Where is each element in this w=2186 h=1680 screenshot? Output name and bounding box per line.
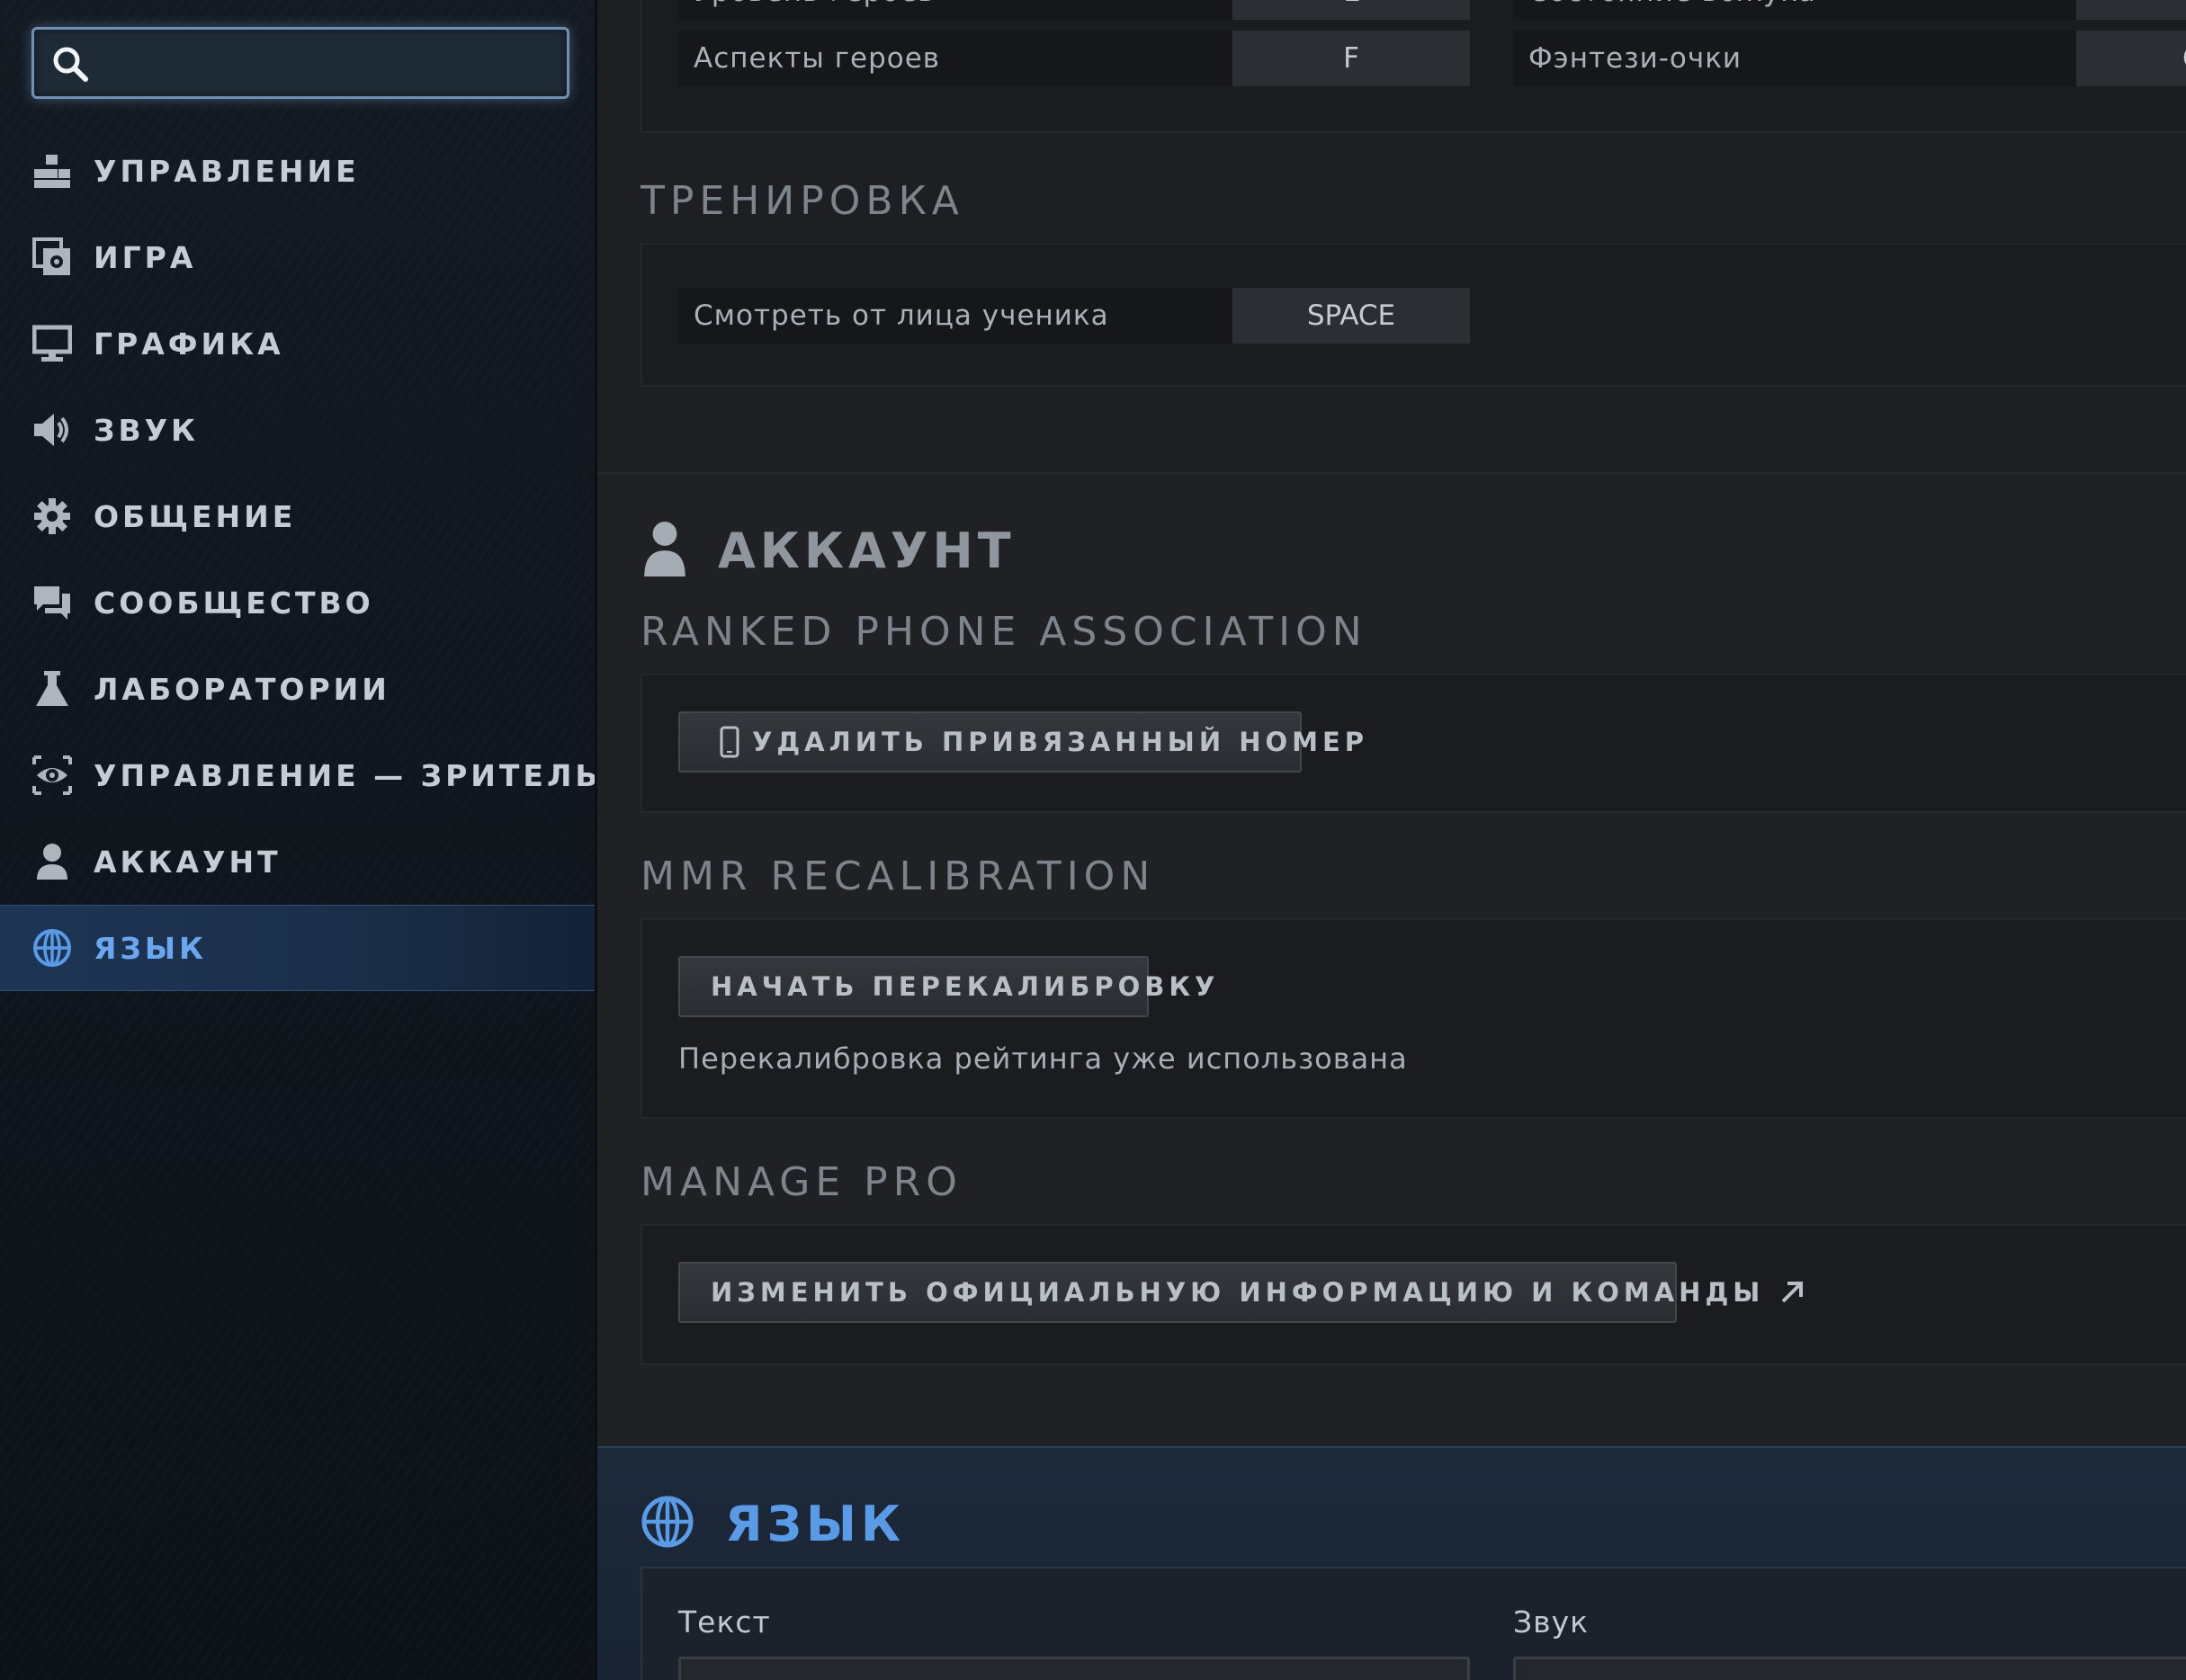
manage-pro-card: ИЗМЕНИТЬ ОФИЦИАЛЬНУЮ ИНФОРМАЦИЮ И КОМАНД…	[641, 1224, 2186, 1365]
globe-icon	[641, 1495, 694, 1552]
remove-phone-label: УДАЛИТЬ ПРИВЯЗАННЫЙ НОМЕР	[752, 727, 1369, 757]
hotkey-key-button[interactable]: SPACE	[1232, 288, 1470, 344]
hotkey-key-button[interactable]: L	[1232, 0, 1470, 20]
sidebar-item-game[interactable]: ИГРА	[0, 214, 595, 300]
globe-icon	[32, 928, 72, 968]
language-header: ЯЗЫК	[641, 1495, 905, 1552]
phone-icon	[720, 726, 739, 758]
mmr-recalibration-heading: MMR RECALIBRATION	[641, 853, 1156, 899]
hotkey-label: Фэнтези-очки	[1513, 31, 2076, 86]
sidebar-item-label: УПРАВЛЕНИЕ	[94, 153, 360, 189]
ranked-phone-card: УДАЛИТЬ ПРИВЯЗАННЫЙ НОМЕР	[641, 674, 2186, 813]
monitor-icon	[32, 324, 72, 363]
sidebar-item-label: ЗВУК	[94, 412, 200, 448]
user-icon	[642, 521, 687, 580]
account-title: АККАУНТ	[718, 522, 1016, 579]
search-input[interactable]	[104, 39, 554, 87]
user-icon	[32, 842, 72, 881]
sound-language-label: Звук	[1513, 1604, 1590, 1640]
sidebar-item-account[interactable]: АККАУНТ	[0, 818, 595, 905]
training-heading: ТРЕНИРОВКА	[641, 178, 964, 224]
sidebar-item-label: ЛАБОРАТОРИИ	[94, 671, 390, 707]
sidebar-item-controls[interactable]: УПРАВЛЕНИЕ	[0, 128, 595, 214]
hotkey-key-button[interactable]	[2076, 0, 2186, 20]
settings-sidebar: УПРАВЛЕНИЕ ИГРА ГРАФИКА ЗВУК ОБЩЕНИЕ СОО…	[0, 0, 597, 1680]
remove-phone-button[interactable]: УДАЛИТЬ ПРИВЯЗАННЫЙ НОМЕР	[678, 711, 1364, 773]
gear-icon	[32, 496, 72, 536]
speaker-icon	[32, 410, 72, 450]
sound-language-dropdown[interactable]	[1513, 1657, 2186, 1680]
hotkey-label: Состояние вожука	[1513, 0, 2076, 20]
text-language-dropdown[interactable]	[678, 1657, 1470, 1680]
edit-pro-info-button[interactable]: ИЗМЕНИТЬ ОФИЦИАЛЬНУЮ ИНФОРМАЦИЮ И КОМАНД…	[678, 1262, 1804, 1323]
game-settings-icon	[32, 237, 72, 277]
search-box[interactable]	[31, 27, 569, 99]
sidebar-item-language[interactable]: ЯЗЫК	[0, 905, 595, 991]
hotkey-key-button[interactable]: O	[2076, 31, 2186, 86]
sidebar-nav: УПРАВЛЕНИЕ ИГРА ГРАФИКА ЗВУК ОБЩЕНИЕ СОО…	[0, 128, 597, 991]
sidebar-item-label: УПРАВЛЕНИЕ — ЗРИТЕЛЬ	[94, 757, 597, 793]
ranked-phone-heading: RANKED PHONE ASSOCIATION	[641, 609, 1367, 655]
chat-bubbles-icon	[32, 583, 72, 622]
language-card: Текст Звук	[641, 1567, 2186, 1680]
sidebar-item-label: СООБЩЕСТВО	[94, 585, 374, 621]
flask-icon	[32, 669, 72, 709]
start-recalibration-label: НАЧАТЬ ПЕРЕКАЛИБРОВКУ	[711, 971, 1220, 1002]
sidebar-item-label: ОБЩЕНИЕ	[94, 498, 297, 534]
hotkeys-card: Уровень героев L Состояние вожука Аспект…	[641, 0, 2186, 133]
controls-icon	[32, 151, 72, 191]
account-section: АККАУНТ RANKED PHONE ASSOCIATION УДАЛИТЬ…	[597, 472, 2186, 1448]
sidebar-item-graphics[interactable]: ГРАФИКА	[0, 300, 595, 387]
sidebar-item-label: ИГРА	[94, 239, 197, 275]
text-language-label: Текст	[678, 1604, 771, 1640]
mmr-card: НАЧАТЬ ПЕРЕКАЛИБРОВКУ Перекалибровка рей…	[641, 918, 2186, 1119]
start-recalibration-button[interactable]: НАЧАТЬ ПЕРЕКАЛИБРОВКУ	[678, 956, 1214, 1017]
hotkey-label: Аспекты героев	[678, 31, 1232, 86]
training-card: Смотреть от лица ученика SPACE	[641, 243, 2186, 387]
search-icon	[50, 44, 90, 84]
external-link-icon	[1778, 1279, 1805, 1306]
hotkey-label: Смотреть от лица ученика	[678, 288, 1232, 344]
language-title: ЯЗЫК	[725, 1495, 906, 1552]
account-header: АККАУНТ	[642, 521, 1016, 580]
settings-content: Уровень героев L Состояние вожука Аспект…	[597, 0, 2186, 1680]
sidebar-item-label: ГРАФИКА	[94, 326, 284, 362]
manage-pro-heading: MANAGE PRO	[641, 1159, 963, 1205]
language-section: ЯЗЫК Текст Звук	[597, 1446, 2186, 1680]
sidebar-item-social[interactable]: ОБЩЕНИЕ	[0, 473, 595, 559]
edit-pro-info-label: ИЗМЕНИТЬ ОФИЦИАЛЬНУЮ ИНФОРМАЦИЮ И КОМАНД…	[711, 1277, 1765, 1308]
spectator-eye-icon	[32, 755, 72, 795]
sidebar-item-spectator-controls[interactable]: УПРАВЛЕНИЕ — ЗРИТЕЛЬ	[0, 732, 597, 818]
sidebar-item-community[interactable]: СООБЩЕСТВО	[0, 559, 595, 646]
sidebar-item-label: ЯЗЫК	[94, 930, 208, 966]
sidebar-item-label: АККАУНТ	[94, 844, 282, 880]
hotkey-label: Уровень героев	[678, 0, 1232, 20]
hotkey-key-button[interactable]: F	[1232, 31, 1470, 86]
sidebar-item-sound[interactable]: ЗВУК	[0, 387, 595, 473]
sidebar-item-labs[interactable]: ЛАБОРАТОРИИ	[0, 646, 595, 732]
recalibration-note: Перекалибровка рейтинга уже использована	[678, 1041, 1408, 1076]
